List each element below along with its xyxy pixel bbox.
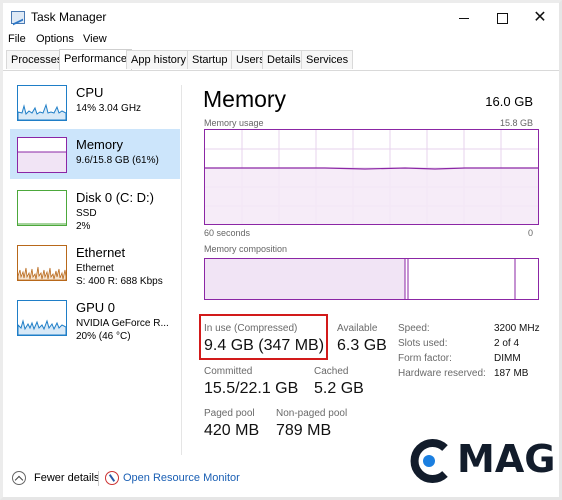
task-manager-window: Task Manager ✕ File Options View Process…	[0, 0, 562, 500]
in-use-value: 9.4 GB (347 MB)	[204, 337, 325, 354]
logo-text: MAG	[457, 437, 556, 481]
resource-item-memory[interactable]: Memory 9.6/15.8 GB (61%)	[10, 129, 180, 179]
footer-separator	[98, 471, 99, 486]
memory-composition-graph	[204, 258, 539, 300]
memory-usage-max: 15.8 GB	[499, 118, 533, 128]
panel-divider	[181, 85, 182, 455]
cached-value: 5.2 GB	[314, 380, 364, 397]
resource-item-gpu[interactable]: GPU 0 NVIDIA GeForce R... 20% (46 °C)	[10, 292, 180, 342]
resource-item-disk[interactable]: Disk 0 (C: D:) SSD 2%	[10, 182, 180, 232]
menu-view[interactable]: View	[83, 33, 107, 45]
title-bar: Task Manager ✕	[3, 3, 559, 33]
close-button[interactable]: ✕	[517, 3, 562, 33]
memory-usage: 9.6/15.8 GB (61%)	[76, 155, 159, 166]
memory-thumbnail-graph	[17, 137, 67, 173]
in-use-label: In use (Compressed)	[204, 323, 298, 334]
slots-used-label: Slots used:	[398, 338, 448, 349]
tab-startup[interactable]: Startup	[187, 50, 233, 69]
menu-file[interactable]: File	[8, 33, 26, 45]
memory-composition-label: Memory composition	[204, 244, 288, 254]
ethernet-thumbnail-graph	[17, 245, 67, 281]
disk-usage: 2%	[76, 221, 91, 232]
non-paged-pool-value: 789 MB	[276, 422, 332, 439]
speed-label: Speed:	[398, 323, 430, 334]
gpu-usage: 20% (46 °C)	[76, 331, 131, 342]
resource-monitor-icon[interactable]	[105, 471, 119, 485]
maximize-icon	[496, 12, 508, 24]
hardware-reserved-value: 187 MB	[494, 368, 529, 379]
cached-label: Cached	[314, 366, 349, 377]
memory-usage-graph	[204, 129, 539, 225]
ethernet-adapter: Ethernet	[76, 263, 114, 274]
committed-label: Committed	[204, 366, 253, 377]
cpu-thumbnail-graph	[17, 85, 67, 121]
form-factor-value: DIMM	[494, 353, 521, 364]
disk-type: SSD	[76, 208, 97, 219]
resource-item-ethernet[interactable]: Ethernet Ethernet S: 400 R: 688 Kbps	[10, 237, 180, 287]
task-manager-icon	[11, 11, 25, 24]
page-title: Memory	[203, 86, 287, 112]
total-memory: 16.0 GB	[485, 94, 533, 109]
form-factor-label: Form factor:	[398, 353, 452, 364]
time-axis-right: 0	[527, 228, 533, 238]
available-value: 6.3 GB	[337, 337, 387, 354]
tab-bar: Processes Performance App history Startu…	[3, 49, 559, 71]
available-label: Available	[337, 323, 378, 334]
tab-app-history[interactable]: App history	[126, 50, 192, 69]
resource-list: CPU 14% 3.04 GHz Memory 9.6/15.8 GB (61%…	[10, 75, 182, 455]
composition-in-use	[205, 259, 405, 299]
open-resource-monitor-link[interactable]: Open Resource Monitor	[123, 472, 240, 484]
tab-services[interactable]: Services	[301, 50, 354, 69]
gpu-model: NVIDIA GeForce R...	[76, 318, 169, 329]
disk-name: Disk 0 (C: D:)	[76, 190, 154, 205]
tab-performance[interactable]: Performance	[59, 49, 132, 70]
speed-value: 3200 MHz	[494, 323, 540, 334]
memory-usage-fill	[205, 168, 538, 224]
tab-details[interactable]: Details	[262, 50, 306, 69]
gpu-thumbnail-graph	[17, 300, 67, 336]
slots-used-value: 2 of 4	[494, 338, 520, 349]
paged-pool-label: Paged pool	[204, 408, 255, 419]
disk-thumbnail-graph	[17, 190, 67, 226]
chevron-up-icon[interactable]	[12, 471, 26, 485]
memory-usage-label: Memory usage	[204, 118, 264, 128]
paged-pool-value: 420 MB	[204, 422, 260, 439]
resource-item-cpu[interactable]: CPU 14% 3.04 GHz	[10, 77, 180, 127]
cpu-name: CPU	[76, 85, 104, 100]
memory-name: Memory	[76, 137, 123, 152]
hardware-reserved-label: Hardware reserved:	[398, 368, 486, 379]
cmag-logo: MAG	[407, 437, 555, 483]
non-paged-pool-label: Non-paged pool	[276, 408, 348, 419]
window-title: Task Manager	[31, 10, 107, 24]
gpu-name: GPU 0	[76, 300, 116, 315]
fewer-details-link[interactable]: Fewer details	[34, 472, 99, 484]
close-icon: ✕	[533, 9, 547, 26]
menu-options[interactable]: Options	[36, 33, 74, 45]
ethernet-throughput: S: 400 R: 688 Kbps	[76, 276, 163, 287]
ethernet-name: Ethernet	[76, 245, 126, 260]
cpu-usage: 14% 3.04 GHz	[76, 103, 142, 114]
memory-usage-chart	[205, 130, 538, 224]
committed-value: 15.5/22.1 GB	[204, 380, 299, 397]
minimize-icon	[459, 17, 469, 19]
logo-c-mark	[410, 439, 448, 483]
time-axis-left: 60 seconds	[204, 228, 251, 238]
